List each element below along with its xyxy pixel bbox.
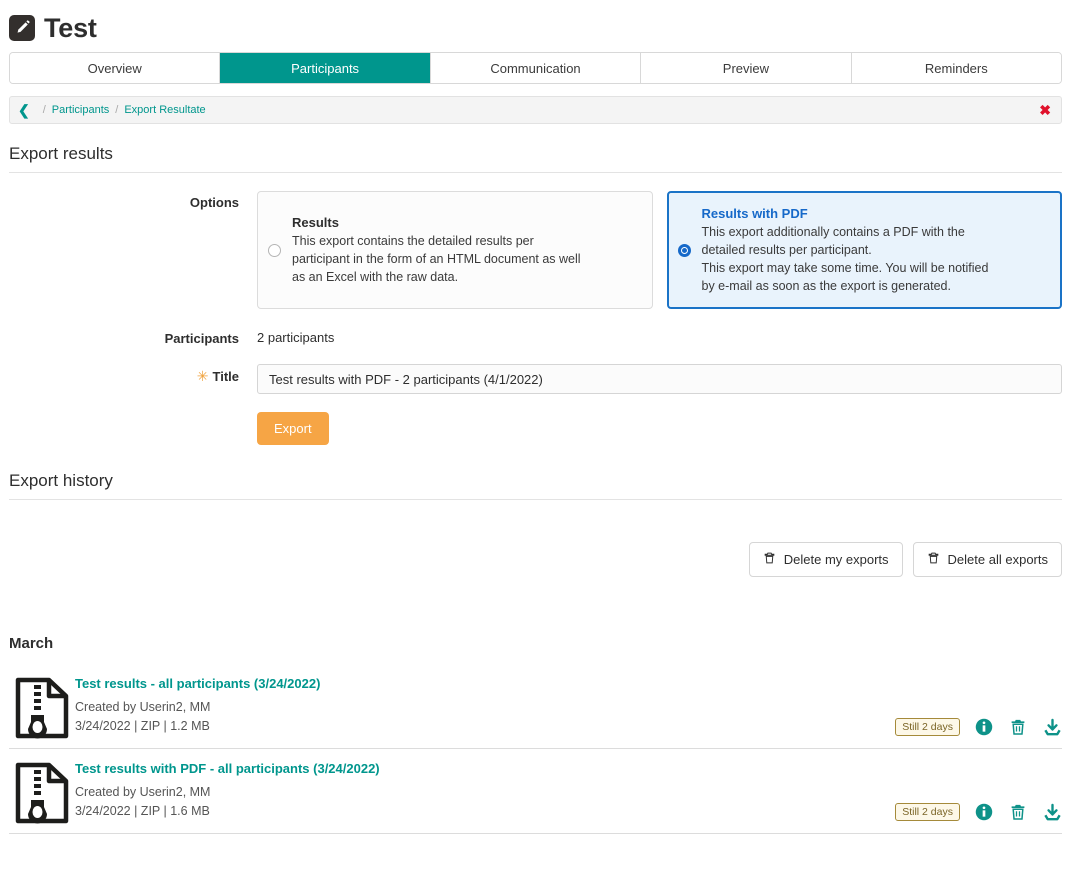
- radio-results-with-pdf[interactable]: [677, 243, 691, 257]
- option-pdf-line-3: This export may take some time. You will…: [701, 260, 989, 275]
- breadcrumb: ❮ / Participants / Export Resultate ✖: [9, 96, 1062, 124]
- tab-reminders[interactable]: Reminders: [851, 53, 1061, 83]
- export-results-section: Export results: [9, 144, 1062, 173]
- info-icon[interactable]: [974, 717, 994, 737]
- options-row: Options Results This export contains the…: [9, 191, 1062, 309]
- page-header: Test: [0, 0, 1071, 46]
- breadcrumb-separator: /: [42, 104, 46, 116]
- history-row-details: 3/24/2022 | ZIP | 1.6 MB: [75, 804, 210, 818]
- tab-participants[interactable]: Participants: [220, 53, 431, 83]
- history-row-created-by: Created by Userin2, MM: [75, 700, 211, 714]
- trash-icon[interactable]: [1008, 802, 1028, 822]
- export-history-section: Export history: [9, 471, 1062, 500]
- history-row-actions: Still 2 days: [895, 717, 1062, 739]
- option-card-results-with-pdf[interactable]: Results with PDF This export additionall…: [666, 191, 1062, 309]
- radio-results[interactable]: [268, 243, 281, 257]
- history-row-main: Test results with PDF - all participants…: [75, 759, 895, 821]
- zip-file-icon: [9, 674, 75, 739]
- delete-my-exports-button[interactable]: Delete my exports: [748, 542, 903, 577]
- options-label: Options: [189, 195, 239, 210]
- breadcrumb-item-export-resultate[interactable]: Export Resultate: [124, 104, 205, 116]
- history-row: Test results - all participants (3/24/20…: [9, 664, 1062, 749]
- title-label: ✳ Title: [9, 364, 257, 385]
- breadcrumb-item-participants[interactable]: Participants: [52, 104, 109, 116]
- tab-overview[interactable]: Overview: [10, 53, 221, 83]
- tab-preview[interactable]: Preview: [641, 53, 852, 83]
- history-row-actions: Still 2 days: [895, 802, 1062, 824]
- option-card-results[interactable]: Results This export contains the detaile…: [257, 191, 653, 309]
- options-field: Results This export contains the detaile…: [257, 191, 1062, 309]
- delete-all-exports-button[interactable]: Delete all exports: [912, 542, 1062, 577]
- participants-row: Participants 2 participants: [9, 327, 1062, 346]
- option-results-body: Results This export contains the detaile…: [292, 215, 638, 286]
- status-badge: Still 2 days: [895, 803, 960, 821]
- trash-icon: [927, 551, 940, 568]
- breadcrumb-separator-2: /: [115, 104, 119, 116]
- main-tabs: Overview Participants Communication Prev…: [9, 52, 1062, 84]
- option-pdf-text: This export additionally contains a PDF …: [702, 223, 1048, 295]
- zip-file-icon: [9, 759, 75, 824]
- participants-field: 2 participants: [257, 327, 1062, 345]
- history-row-main: Test results - all participants (3/24/20…: [75, 674, 895, 736]
- download-icon[interactable]: [1042, 802, 1062, 822]
- option-cards: Results This export contains the detaile…: [257, 191, 1062, 309]
- page-title: Test: [44, 12, 97, 43]
- option-pdf-line-1: This export additionally contains a PDF …: [701, 224, 965, 239]
- required-asterisk-icon: ✳: [196, 368, 209, 384]
- option-results-title: Results: [292, 214, 339, 230]
- export-history-list: Test results - all participants (3/24/20…: [9, 664, 1062, 834]
- download-icon[interactable]: [1042, 717, 1062, 737]
- participants-value: 2 participants: [257, 330, 335, 345]
- history-row-created-by: Created by Userin2, MM: [75, 785, 211, 799]
- tab-communication[interactable]: Communication: [430, 53, 642, 83]
- option-results-line-1: This export contains the detailed result…: [292, 233, 534, 248]
- option-pdf-line-4: by e-mail as soon as the export is gener…: [701, 278, 951, 293]
- info-icon[interactable]: [974, 802, 994, 822]
- pencil-icon: [9, 14, 35, 41]
- export-history-heading: Export history: [9, 471, 1062, 500]
- history-row-title[interactable]: Test results with PDF - all participants…: [75, 761, 895, 776]
- option-results-line-2: participant in the form of an HTML docum…: [292, 251, 581, 266]
- close-icon[interactable]: ✖: [1039, 103, 1051, 117]
- option-pdf-title: Results with PDF: [701, 205, 808, 221]
- option-results-text: This export contains the detailed result…: [292, 232, 638, 286]
- title-input[interactable]: [257, 364, 1062, 394]
- export-results-heading: Export results: [9, 144, 1062, 173]
- history-row: Test results with PDF - all participants…: [9, 749, 1062, 834]
- trash-icon[interactable]: [1008, 717, 1028, 737]
- page-root: Test Overview Participants Communication…: [0, 0, 1071, 876]
- option-results-line-3: as an Excel with the raw data.: [292, 269, 459, 284]
- option-pdf-body: Results with PDF This export additionall…: [702, 206, 1048, 295]
- title-row-field: ✳Title Export: [9, 364, 1062, 445]
- status-badge: Still 2 days: [895, 718, 960, 736]
- month-heading-march: March: [9, 635, 54, 652]
- delete-my-exports-label: Delete my exports: [783, 552, 889, 567]
- title-field: Export: [257, 364, 1062, 445]
- participants-label: Participants: [164, 331, 239, 346]
- chevron-left-icon[interactable]: ❮: [18, 103, 30, 117]
- history-row-details: 3/24/2022 | ZIP | 1.2 MB: [75, 719, 210, 733]
- export-button[interactable]: Export: [257, 412, 329, 445]
- trash-icon: [763, 551, 776, 568]
- delete-all-exports-label: Delete all exports: [947, 552, 1048, 567]
- history-action-buttons: Delete my exports Delete all exports: [9, 542, 1062, 577]
- title-label-text: Title: [212, 369, 240, 384]
- export-form: Options Results This export contains the…: [9, 191, 1062, 445]
- option-pdf-line-2: detailed results per participant.: [701, 242, 872, 257]
- history-row-title[interactable]: Test results - all participants (3/24/20…: [75, 676, 895, 691]
